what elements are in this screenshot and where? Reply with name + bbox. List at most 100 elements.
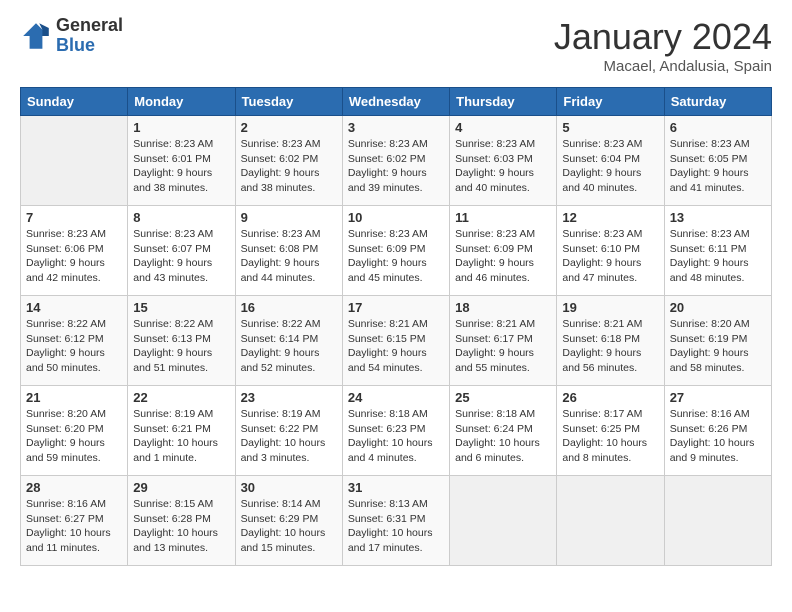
calendar-cell: 1 Sunrise: 8:23 AM Sunset: 6:01 PM Daylig…	[128, 116, 235, 206]
weekday-header-wednesday: Wednesday	[342, 88, 449, 116]
day-info: Sunrise: 8:20 AM Sunset: 6:20 PM Dayligh…	[26, 407, 122, 466]
day-info: Sunrise: 8:17 AM Sunset: 6:25 PM Dayligh…	[562, 407, 658, 466]
day-info: Sunrise: 8:19 AM Sunset: 6:22 PM Dayligh…	[241, 407, 337, 466]
day-number: 15	[133, 300, 229, 315]
day-number: 6	[670, 120, 766, 135]
weekday-header-friday: Friday	[557, 88, 664, 116]
logo-text: General Blue	[56, 16, 123, 56]
day-info: Sunrise: 8:18 AM Sunset: 6:24 PM Dayligh…	[455, 407, 551, 466]
day-info: Sunrise: 8:20 AM Sunset: 6:19 PM Dayligh…	[670, 317, 766, 376]
calendar-cell: 10Sunrise: 8:23 AM Sunset: 6:09 PM Dayli…	[342, 206, 449, 296]
day-info: Sunrise: 8:23 AM Sunset: 6:02 PM Dayligh…	[241, 137, 337, 196]
day-number: 29	[133, 480, 229, 495]
calendar-cell: 25 Sunrise: 8:18 AM Sunset: 6:24 PM Dayli…	[450, 386, 557, 476]
day-info: Sunrise: 8:22 AM Sunset: 6:13 PM Dayligh…	[133, 317, 229, 376]
day-number: 9	[241, 210, 337, 225]
calendar-cell: 18 Sunrise: 8:21 AM Sunset: 6:17 PM Dayli…	[450, 296, 557, 386]
calendar-cell: 14Sunrise: 8:22 AM Sunset: 6:12 PM Dayli…	[21, 296, 128, 386]
day-number: 24	[348, 390, 444, 405]
day-info: Sunrise: 8:23 AM Sunset: 6:02 PM Dayligh…	[348, 137, 444, 196]
calendar-cell: 12 Sunrise: 8:23 AM Sunset: 6:10 PM Dayli…	[557, 206, 664, 296]
weekday-header-thursday: Thursday	[450, 88, 557, 116]
calendar-cell	[450, 476, 557, 566]
day-number: 25	[455, 390, 551, 405]
calendar-cell: 9 Sunrise: 8:23 AM Sunset: 6:08 PM Daylig…	[235, 206, 342, 296]
day-number: 7	[26, 210, 122, 225]
day-info: Sunrise: 8:16 AM Sunset: 6:26 PM Dayligh…	[670, 407, 766, 466]
calendar-cell: 6Sunrise: 8:23 AM Sunset: 6:05 PM Daylig…	[664, 116, 771, 206]
day-number: 17	[348, 300, 444, 315]
calendar-cell: 8 Sunrise: 8:23 AM Sunset: 6:07 PM Daylig…	[128, 206, 235, 296]
day-info: Sunrise: 8:22 AM Sunset: 6:14 PM Dayligh…	[241, 317, 337, 376]
day-info: Sunrise: 8:19 AM Sunset: 6:21 PM Dayligh…	[133, 407, 229, 466]
day-info: Sunrise: 8:14 AM Sunset: 6:29 PM Dayligh…	[241, 497, 337, 556]
day-number: 11	[455, 210, 551, 225]
day-info: Sunrise: 8:23 AM Sunset: 6:11 PM Dayligh…	[670, 227, 766, 286]
calendar-cell: 5 Sunrise: 8:23 AM Sunset: 6:04 PM Daylig…	[557, 116, 664, 206]
page-header: General Blue January 2024 Macael, Andalu…	[20, 16, 772, 75]
calendar-cell: 3 Sunrise: 8:23 AM Sunset: 6:02 PM Daylig…	[342, 116, 449, 206]
calendar-cell: 24 Sunrise: 8:18 AM Sunset: 6:23 PM Dayli…	[342, 386, 449, 476]
title-block: January 2024 Macael, Andalusia, Spain	[554, 16, 772, 75]
calendar-cell: 13 Sunrise: 8:23 AM Sunset: 6:11 PM Dayli…	[664, 206, 771, 296]
day-number: 2	[241, 120, 337, 135]
month-title: January 2024	[554, 16, 772, 58]
day-number: 8	[133, 210, 229, 225]
day-info: Sunrise: 8:21 AM Sunset: 6:18 PM Dayligh…	[562, 317, 658, 376]
calendar-cell: 7 Sunrise: 8:23 AM Sunset: 6:06 PM Daylig…	[21, 206, 128, 296]
day-info: Sunrise: 8:23 AM Sunset: 6:10 PM Dayligh…	[562, 227, 658, 286]
day-info: Sunrise: 8:13 AM Sunset: 6:31 PM Dayligh…	[348, 497, 444, 556]
weekday-header-sunday: Sunday	[21, 88, 128, 116]
calendar-cell: 30 Sunrise: 8:14 AM Sunset: 6:29 PM Dayli…	[235, 476, 342, 566]
day-info: Sunrise: 8:21 AM Sunset: 6:17 PM Dayligh…	[455, 317, 551, 376]
day-number: 18	[455, 300, 551, 315]
day-number: 28	[26, 480, 122, 495]
calendar-cell: 16 Sunrise: 8:22 AM Sunset: 6:14 PM Dayli…	[235, 296, 342, 386]
calendar-cell: 26Sunrise: 8:17 AM Sunset: 6:25 PM Dayli…	[557, 386, 664, 476]
calendar-cell: 29 Sunrise: 8:15 AM Sunset: 6:28 PM Dayli…	[128, 476, 235, 566]
day-number: 30	[241, 480, 337, 495]
day-number: 13	[670, 210, 766, 225]
day-info: Sunrise: 8:21 AM Sunset: 6:15 PM Dayligh…	[348, 317, 444, 376]
calendar-cell	[664, 476, 771, 566]
calendar-cell: 22 Sunrise: 8:19 AM Sunset: 6:21 PM Dayli…	[128, 386, 235, 476]
day-number: 31	[348, 480, 444, 495]
calendar-cell: 4 Sunrise: 8:23 AM Sunset: 6:03 PM Daylig…	[450, 116, 557, 206]
day-number: 27	[670, 390, 766, 405]
calendar-cell: 31 Sunrise: 8:13 AM Sunset: 6:31 PM Dayli…	[342, 476, 449, 566]
day-number: 5	[562, 120, 658, 135]
calendar-cell	[21, 116, 128, 206]
calendar-cell: 20 Sunrise: 8:20 AM Sunset: 6:19 PM Dayli…	[664, 296, 771, 386]
day-info: Sunrise: 8:23 AM Sunset: 6:04 PM Dayligh…	[562, 137, 658, 196]
calendar-table: SundayMondayTuesdayWednesdayThursdayFrid…	[20, 87, 772, 566]
day-number: 22	[133, 390, 229, 405]
day-info: Sunrise: 8:18 AM Sunset: 6:23 PM Dayligh…	[348, 407, 444, 466]
day-info: Sunrise: 8:23 AM Sunset: 6:03 PM Dayligh…	[455, 137, 551, 196]
day-info: Sunrise: 8:23 AM Sunset: 6:01 PM Dayligh…	[133, 137, 229, 196]
day-number: 21	[26, 390, 122, 405]
calendar-cell: 28Sunrise: 8:16 AM Sunset: 6:27 PM Dayli…	[21, 476, 128, 566]
day-number: 3	[348, 120, 444, 135]
calendar-cell: 17 Sunrise: 8:21 AM Sunset: 6:15 PM Dayli…	[342, 296, 449, 386]
calendar-cell: 19Sunrise: 8:21 AM Sunset: 6:18 PM Dayli…	[557, 296, 664, 386]
day-info: Sunrise: 8:23 AM Sunset: 6:09 PM Dayligh…	[348, 227, 444, 286]
day-number: 16	[241, 300, 337, 315]
weekday-header-monday: Monday	[128, 88, 235, 116]
calendar-cell: 27 Sunrise: 8:16 AM Sunset: 6:26 PM Dayli…	[664, 386, 771, 476]
day-number: 12	[562, 210, 658, 225]
weekday-header-saturday: Saturday	[664, 88, 771, 116]
day-info: Sunrise: 8:15 AM Sunset: 6:28 PM Dayligh…	[133, 497, 229, 556]
day-info: Sunrise: 8:23 AM Sunset: 6:09 PM Dayligh…	[455, 227, 551, 286]
weekday-header-tuesday: Tuesday	[235, 88, 342, 116]
calendar-cell: 15 Sunrise: 8:22 AM Sunset: 6:13 PM Dayli…	[128, 296, 235, 386]
location-subtitle: Macael, Andalusia, Spain	[554, 58, 772, 75]
day-number: 4	[455, 120, 551, 135]
day-info: Sunrise: 8:23 AM Sunset: 6:06 PM Dayligh…	[26, 227, 122, 286]
calendar-cell	[557, 476, 664, 566]
day-info: Sunrise: 8:23 AM Sunset: 6:08 PM Dayligh…	[241, 227, 337, 286]
logo-icon	[20, 20, 52, 52]
day-number: 20	[670, 300, 766, 315]
calendar-cell: 2 Sunrise: 8:23 AM Sunset: 6:02 PM Daylig…	[235, 116, 342, 206]
day-info: Sunrise: 8:23 AM Sunset: 6:07 PM Dayligh…	[133, 227, 229, 286]
day-number: 1	[133, 120, 229, 135]
